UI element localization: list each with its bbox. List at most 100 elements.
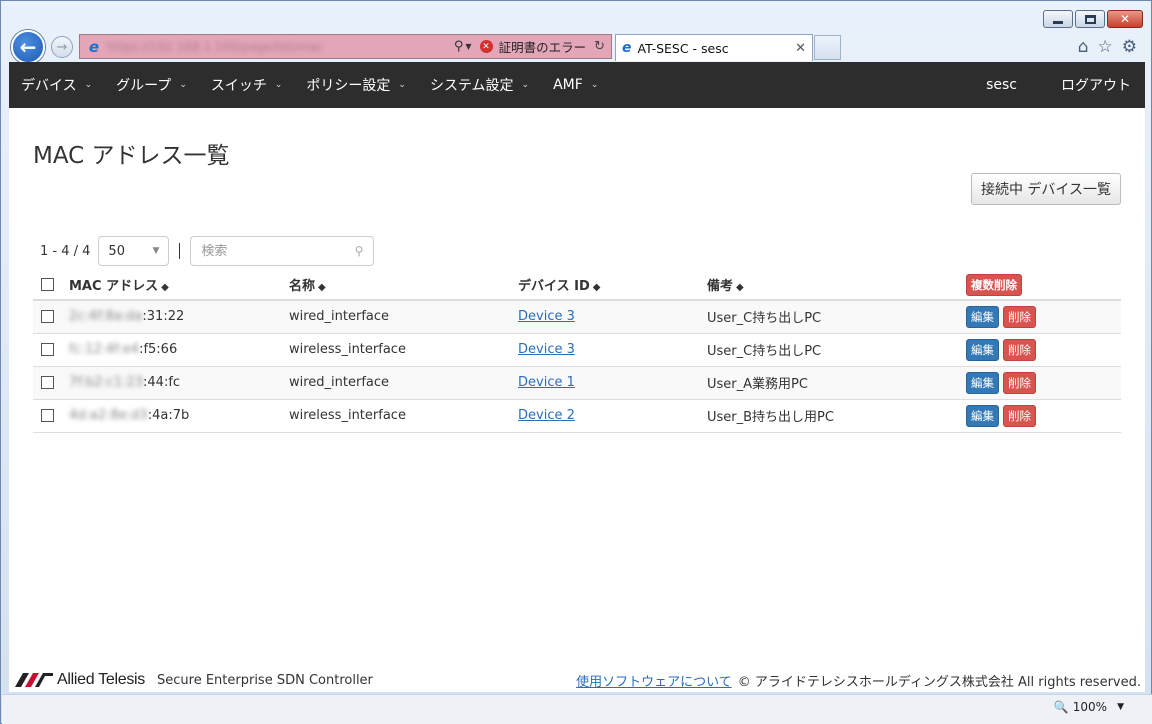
row-select-cell	[33, 399, 69, 433]
zoom-control[interactable]: 🔍 100% ▼	[1054, 700, 1124, 714]
note-cell: User_A業務用PC	[707, 366, 966, 400]
gear-icon[interactable]: ⚙	[1122, 37, 1137, 57]
address-bar[interactable]: e https://192.168.1.100/page/list/mac ⚲ …	[79, 34, 612, 59]
close-icon: ✕	[1119, 12, 1131, 26]
row-checkbox[interactable]	[41, 343, 54, 356]
device-link[interactable]: Device 3	[518, 342, 575, 357]
user-name[interactable]: sesc	[986, 77, 1017, 93]
ie-tab-icon: e	[622, 40, 632, 56]
row-checkbox[interactable]	[41, 376, 54, 389]
cert-error-icon[interactable]: ✕	[479, 40, 493, 53]
device-cell: Device 3	[518, 333, 707, 367]
zoom-level: 100%	[1072, 700, 1108, 714]
edit-button[interactable]: 編集	[966, 404, 999, 427]
allied-telesis-logo: Allied Telesis	[15, 671, 145, 689]
search-input[interactable]	[201, 243, 355, 259]
arrow-right-icon: →	[56, 39, 68, 55]
row-checkbox[interactable]	[41, 409, 54, 422]
menu-label: ポリシー設定	[306, 78, 391, 94]
mac-cell: 7f:b2:c1:23:44:fc	[69, 366, 289, 400]
search-icon[interactable]: ⚲	[454, 39, 464, 54]
menu-devices[interactable]: デバイス ⌄	[9, 62, 104, 108]
page-title: MAC アドレス一覧	[33, 143, 230, 169]
sort-icon: ◆	[161, 282, 169, 293]
device-link[interactable]: Device 2	[518, 408, 575, 423]
refresh-icon[interactable]: ↻	[594, 39, 605, 54]
name-cell: wired_interface	[289, 300, 518, 334]
page-viewport: デバイス ⌄ グループ ⌄ スイッチ ⌄ ポリシー設定 ⌄ システム設定 ⌄ AMF ⌄ s…	[9, 62, 1145, 692]
header-note[interactable]: 備考 ◆	[707, 270, 966, 301]
note-cell: User_C持ち出しPC	[707, 333, 966, 367]
name-cell: wired_interface	[289, 366, 518, 400]
menu-label: AMF	[553, 77, 583, 93]
mac-suffix: :44:fc	[143, 375, 181, 390]
edit-button[interactable]: 編集	[966, 371, 999, 394]
dropdown-icon[interactable]: ▼	[465, 42, 471, 51]
page-size-value: 50	[108, 243, 125, 259]
favorites-star-icon[interactable]: ☆	[1098, 37, 1113, 57]
page-footer: Allied Telesis Secure Enterprise SDN Con…	[9, 668, 1145, 692]
delete-button[interactable]: 削除	[1003, 371, 1036, 394]
bulk-delete-button[interactable]: 複数削除	[966, 273, 1022, 296]
back-button[interactable]: ←	[11, 30, 45, 64]
tab-title: AT-SESC - sesc	[637, 40, 729, 56]
cert-error-label[interactable]: 証明書のエラー	[499, 37, 587, 56]
row-select-cell	[33, 300, 69, 334]
tab-close-icon[interactable]: ✕	[795, 41, 806, 56]
menu-label: デバイス	[21, 78, 77, 94]
mac-cell: 2c:4f:8a:da:31:22	[69, 300, 289, 334]
select-all-checkbox[interactable]	[41, 278, 54, 291]
select-all-cell	[33, 270, 69, 301]
sort-icon: ◆	[736, 282, 744, 293]
delete-button[interactable]: 削除	[1003, 305, 1036, 328]
home-icon[interactable]: ⌂	[1078, 37, 1089, 57]
menu-label: スイッチ	[210, 78, 267, 94]
chevron-down-icon: ▼	[152, 246, 160, 256]
delete-button[interactable]: 削除	[1003, 338, 1036, 361]
copyright-text: © アライドテレシスホールディングス株式会社 All rights reserv…	[737, 674, 1141, 690]
maximize-button[interactable]	[1075, 10, 1105, 28]
header-name[interactable]: 名称 ◆	[289, 270, 518, 301]
table-row: fc:12:4f:e4:f5:66 wireless_interface Dev…	[33, 333, 1121, 367]
device-link[interactable]: Device 1	[518, 375, 575, 390]
menu-policy[interactable]: ポリシー設定 ⌄	[294, 62, 418, 108]
header-device-id[interactable]: デバイス ID ◆	[518, 270, 707, 301]
minimize-button[interactable]	[1043, 10, 1073, 28]
menu-groups[interactable]: グループ ⌄	[104, 62, 199, 108]
menu-system[interactable]: システム設定 ⌄	[418, 62, 541, 108]
browser-tools: ⌂ ☆ ⚙	[1078, 37, 1137, 57]
edit-button[interactable]: 編集	[966, 338, 999, 361]
table-row: 7f:b2:c1:23:44:fc wired_interface Device…	[33, 366, 1121, 400]
row-checkbox[interactable]	[41, 310, 54, 324]
delete-button[interactable]: 削除	[1003, 404, 1036, 427]
menu-amf[interactable]: AMF ⌄	[541, 62, 610, 108]
device-link[interactable]: Device 3	[518, 309, 575, 324]
table-row: 4d:a2:8e:d3:4a:7b wireless_interface Dev…	[33, 399, 1121, 433]
logout-link[interactable]: ログアウト	[1061, 75, 1131, 95]
address-url[interactable]: https://192.168.1.100/page/list/mac	[107, 40, 357, 54]
table-row: 2c:4f:8a:da:31:22 wired_interface Device…	[33, 300, 1121, 334]
chevron-down-icon: ⌄	[521, 80, 530, 90]
forward-button[interactable]: →	[51, 36, 73, 58]
new-tab-button[interactable]	[814, 35, 841, 60]
chevron-down-icon: ⌄	[179, 80, 187, 90]
menu-switches[interactable]: スイッチ ⌄	[199, 62, 295, 108]
search-icon: ⚲	[354, 244, 364, 258]
search-field[interactable]: ⚲	[190, 236, 375, 266]
note-cell: User_B持ち出し用PC	[707, 399, 966, 433]
chevron-down-icon: ⌄	[398, 80, 406, 90]
sort-icon: ◆	[592, 282, 601, 293]
brand-name: Allied Telesis	[57, 671, 145, 688]
connected-devices-button[interactable]: 接続中 デバイス一覧	[970, 173, 1121, 205]
software-info-link[interactable]: 使用ソフトウェアについて	[576, 671, 732, 690]
close-window-button[interactable]: ✕	[1107, 10, 1143, 28]
actions-cell: 編集 削除	[966, 300, 1121, 334]
mac-suffix: :31:22	[142, 309, 185, 325]
header-mac[interactable]: MAC アドレス ◆	[69, 270, 289, 301]
mac-redacted: 2c:4f:8a:da	[69, 309, 143, 325]
edit-button[interactable]: 編集	[966, 305, 999, 328]
page-size-select[interactable]: 50 ▼	[98, 236, 170, 266]
device-cell: Device 2	[518, 399, 707, 433]
browser-tab[interactable]: e AT-SESC - sesc ✕	[615, 34, 813, 61]
header-name-label: 名称	[289, 279, 316, 294]
